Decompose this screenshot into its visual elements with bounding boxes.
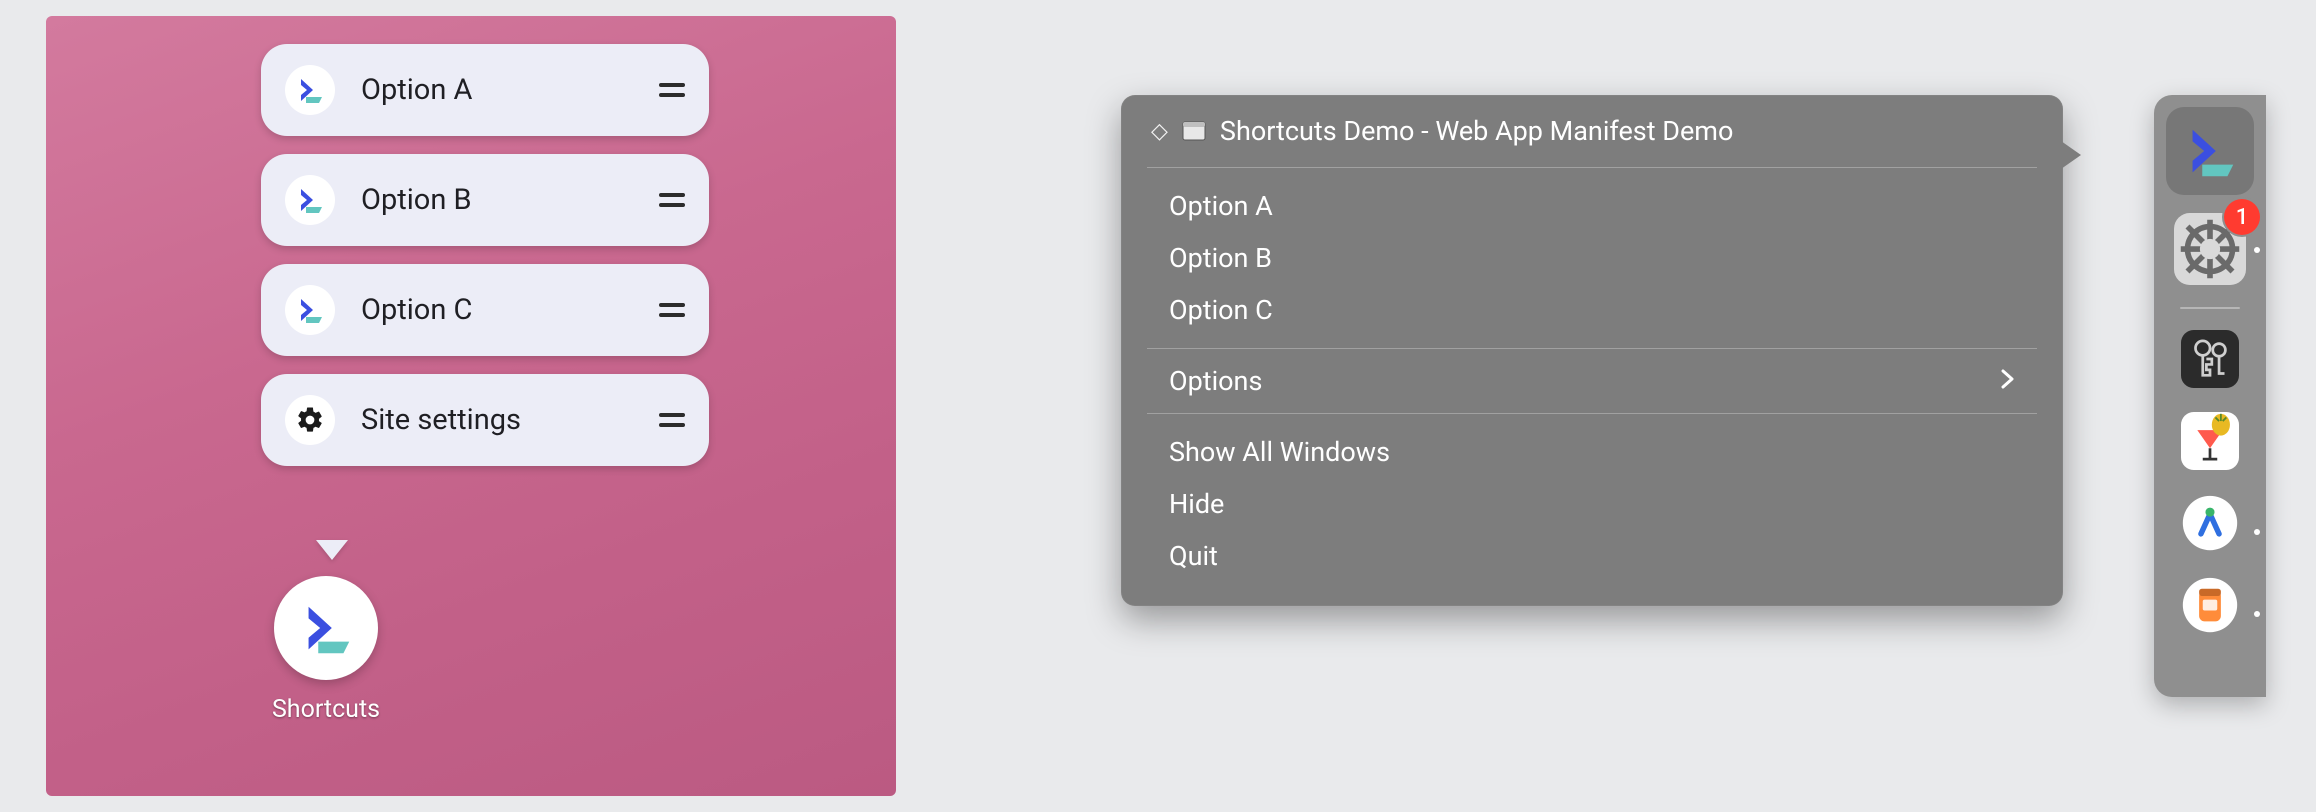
diamond-icon: ◇	[1151, 119, 1168, 144]
mac-menu-item-label: Hide	[1169, 488, 1224, 520]
android-app-icon[interactable]	[274, 576, 378, 680]
drag-handle-icon[interactable]	[659, 83, 685, 97]
android-shortcut-option-b[interactable]: Option B	[261, 154, 709, 246]
drag-handle-icon[interactable]	[659, 193, 685, 207]
mac-menu-item-quit[interactable]: Quit	[1121, 530, 2063, 582]
mac-menu-item-option-c[interactable]: Option C	[1121, 284, 2063, 336]
menu-divider	[1147, 167, 2037, 168]
keychain-icon	[2181, 330, 2239, 388]
mac-menu-item-label: Options	[1169, 365, 1262, 397]
drag-handle-icon[interactable]	[659, 303, 685, 317]
dock-item-shortcuts-demo[interactable]	[2166, 107, 2254, 195]
shortcut-icon	[285, 65, 335, 115]
mac-menu-item-label: Option A	[1169, 190, 1273, 222]
android-shortcut-label: Option B	[335, 183, 659, 217]
mac-menu-item-label: Option B	[1169, 242, 1272, 274]
mac-menu-item-option-b[interactable]: Option B	[1121, 232, 2063, 284]
cocktail-icon	[2181, 412, 2239, 470]
mac-menu-item-label: Quit	[1169, 540, 1218, 572]
jar-icon	[2181, 576, 2239, 634]
dock-item-jar-app[interactable]	[2166, 569, 2254, 641]
running-indicator-icon	[2254, 529, 2260, 535]
android-shortcut-label: Option C	[335, 293, 659, 327]
mac-menu-item-option-a[interactable]: Option A	[1121, 180, 2063, 232]
badge-count: 1	[2236, 205, 2249, 230]
menu-pointer-icon	[316, 540, 348, 560]
notification-badge: 1	[2224, 199, 2260, 235]
mac-menu-item-label: Show All Windows	[1169, 436, 1390, 468]
android-app-label: Shortcuts	[224, 695, 428, 724]
dock-separator	[2180, 307, 2240, 309]
shortcut-icon	[2174, 115, 2246, 187]
android-shortcut-option-c[interactable]: Option C	[261, 264, 709, 356]
menu-divider	[1147, 348, 2037, 349]
android-shortcut-label: Site settings	[335, 403, 659, 437]
window-icon	[1182, 121, 1206, 141]
dock-item-keychain[interactable]	[2166, 323, 2254, 395]
android-site-settings[interactable]: Site settings	[261, 374, 709, 466]
mac-menu-shortcuts-section: Option A Option B Option C	[1121, 174, 2063, 342]
mac-menu-item-label: Option C	[1169, 294, 1273, 326]
mac-menu-item-show-all-windows[interactable]: Show All Windows	[1121, 426, 2063, 478]
dock-item-system-settings[interactable]: 1	[2166, 205, 2254, 293]
mac-menu-header[interactable]: ◇ Shortcuts Demo - Web App Manifest Demo	[1121, 109, 2063, 161]
mac-menu-item-hide[interactable]: Hide	[1121, 478, 2063, 530]
mac-menu-item-options[interactable]: Options	[1121, 355, 2063, 407]
mac-menu-title: Shortcuts Demo - Web App Manifest Demo	[1220, 115, 1733, 147]
menu-divider	[1147, 413, 2037, 414]
dock-item-android-studio[interactable]	[2166, 487, 2254, 559]
drag-handle-icon[interactable]	[659, 413, 685, 427]
android-studio-icon	[2181, 494, 2239, 552]
android-shortcut-option-a[interactable]: Option A	[261, 44, 709, 136]
gear-icon	[285, 395, 335, 445]
android-shortcut-menu: Option A Option B Option C	[261, 44, 709, 484]
shortcut-icon	[285, 285, 335, 335]
mac-menu-system-section: Show All Windows Hide Quit	[1121, 420, 2063, 588]
android-shortcut-label: Option A	[335, 73, 659, 107]
running-indicator-icon	[2254, 247, 2260, 253]
mac-dock-context-menu: ◇ Shortcuts Demo - Web App Manifest Demo…	[1121, 95, 2063, 606]
chevron-right-icon	[2001, 367, 2015, 395]
mac-dock: 1	[2154, 95, 2266, 697]
dock-item-cocktail-app[interactable]	[2166, 405, 2254, 477]
running-indicator-icon	[2254, 611, 2260, 617]
shortcut-icon	[285, 175, 335, 225]
android-shelf-panel: Option A Option B Option C	[46, 16, 896, 796]
